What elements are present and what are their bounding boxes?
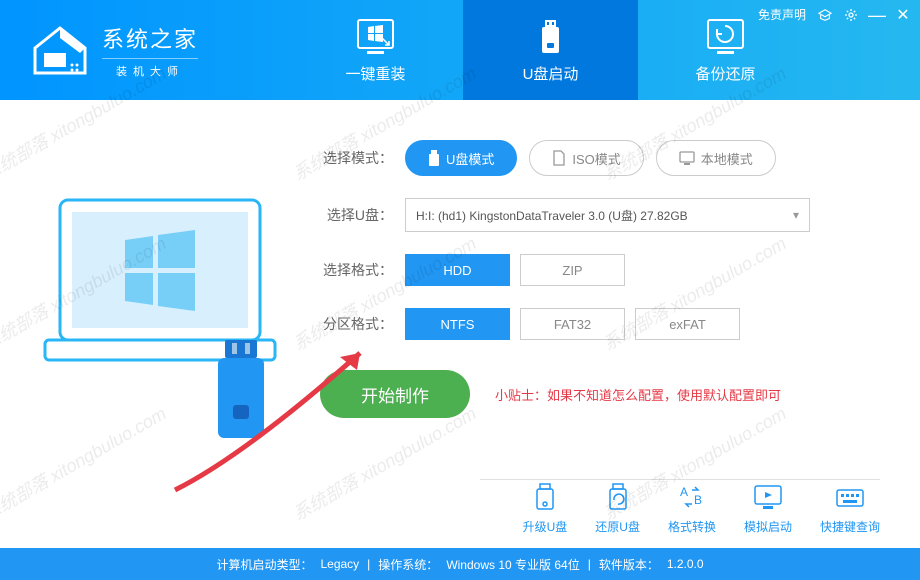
tool-hotkey-query[interactable]: 快捷键查询 <box>820 482 880 535</box>
partition-ntfs-button[interactable]: NTFS <box>405 308 510 340</box>
tool-label: 还原U盘 <box>595 518 640 535</box>
tool-upgrade-usb[interactable]: 升级U盘 <box>523 482 568 535</box>
mode-label: 选择模式： <box>320 148 405 168</box>
gear-icon[interactable] <box>844 8 858 22</box>
minimize-icon[interactable]: — <box>870 8 884 22</box>
logo-section: 系统之家 装机大师 <box>0 22 198 79</box>
os-label: 操作系统： <box>378 556 438 573</box>
tip-text: 小贴士：如果不知道怎么配置，使用默认配置即可 <box>495 385 781 404</box>
svg-text:A: A <box>680 485 688 499</box>
tab-label: 备份还原 <box>696 63 756 84</box>
mode-usb-button[interactable]: U盘模式 <box>405 140 517 176</box>
tab-label: 一键重装 <box>346 63 406 84</box>
header: 系统之家 装机大师 一键重装 U盘启动 <box>0 0 920 100</box>
usb-up-icon <box>529 482 561 512</box>
usb-select-dropdown[interactable]: H:I: (hd1) KingstonDataTraveler 3.0 (U盘)… <box>405 198 810 232</box>
mode-local-button[interactable]: 本地模式 <box>656 140 776 176</box>
format-label: 选择格式： <box>320 260 405 280</box>
usb-select-value: H:I: (hd1) KingstonDataTraveler 3.0 (U盘)… <box>416 207 688 224</box>
disclaimer-link[interactable]: 免责声明 <box>758 6 806 23</box>
iso-file-icon <box>552 150 566 166</box>
tab-usb-boot[interactable]: U盘启动 <box>463 0 638 100</box>
os-value: Windows 10 专业版 64位 <box>446 556 579 573</box>
usb-restore-icon <box>602 482 634 512</box>
chevron-down-icon: ▾ <box>793 208 799 222</box>
close-icon[interactable]: ✕ <box>896 8 910 22</box>
footer-bar: 计算机启动类型： Legacy | 操作系统： Windows 10 专业版 6… <box>0 548 920 580</box>
tool-restore-usb[interactable]: 还原U盘 <box>595 482 640 535</box>
start-create-button[interactable]: 开始制作 <box>320 370 470 418</box>
version-label: 软件版本： <box>599 556 659 573</box>
laptop-usb-illustration <box>40 170 300 450</box>
svg-text:B: B <box>694 493 702 507</box>
partition-exfat-button[interactable]: exFAT <box>635 308 740 340</box>
usb-boot-icon <box>528 17 573 57</box>
tool-format-convert[interactable]: AB 格式转换 <box>668 482 716 535</box>
logo-subtitle: 装机大师 <box>102 58 198 79</box>
convert-icon: AB <box>676 482 708 512</box>
format-zip-button[interactable]: ZIP <box>520 254 625 286</box>
partition-label: 分区格式： <box>320 314 405 334</box>
tool-label: 格式转换 <box>668 518 716 535</box>
logo-icon <box>30 23 90 78</box>
tool-label: 升级U盘 <box>523 518 568 535</box>
partition-fat32-button[interactable]: FAT32 <box>520 308 625 340</box>
nav-tabs: 一键重装 U盘启动 备份还原 <box>288 0 813 100</box>
graduation-icon[interactable] <box>818 8 832 22</box>
form-area: 选择模式： U盘模式 ISO模式 本地模式 选择U盘： H:I: <box>300 140 880 450</box>
monitor-icon <box>679 151 695 165</box>
tab-label: U盘启动 <box>523 63 579 84</box>
logo-title: 系统之家 <box>102 22 198 54</box>
tool-simulate-boot[interactable]: 模拟启动 <box>744 482 792 535</box>
tool-label: 模拟启动 <box>744 518 792 535</box>
monitor-play-icon <box>752 482 784 512</box>
main-content: 选择模式： U盘模式 ISO模式 本地模式 选择U盘： H:I: <box>0 100 920 460</box>
keyboard-icon <box>834 482 866 512</box>
usb-small-icon <box>428 150 440 166</box>
format-hdd-button[interactable]: HDD <box>405 254 510 286</box>
boot-type-label: 计算机启动类型： <box>216 556 312 573</box>
tab-reinstall[interactable]: 一键重装 <box>288 0 463 100</box>
separator <box>480 479 880 480</box>
bottom-tools: 升级U盘 还原U盘 AB 格式转换 模拟启动 快捷键查询 <box>523 482 880 535</box>
boot-type-value: Legacy <box>320 557 359 571</box>
usb-select-label: 选择U盘： <box>320 205 405 225</box>
windows-install-icon <box>353 17 398 57</box>
window-controls: 免责声明 — ✕ <box>758 6 910 23</box>
backup-restore-icon <box>703 17 748 57</box>
version-value: 1.2.0.0 <box>667 557 704 571</box>
mode-iso-button[interactable]: ISO模式 <box>529 140 643 176</box>
tool-label: 快捷键查询 <box>820 518 880 535</box>
